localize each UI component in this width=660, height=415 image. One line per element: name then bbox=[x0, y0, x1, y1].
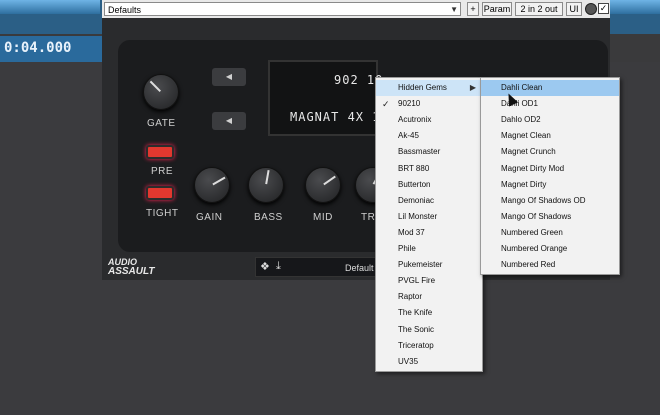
cab-model-name: MAGNAT 4X 12 bbox=[290, 110, 389, 124]
submenu-item[interactable]: Mango Of Shadows OD bbox=[481, 193, 619, 209]
submenu-item-label: Mango Of Shadows OD bbox=[501, 195, 586, 205]
submenu-item-label: Numbered Orange bbox=[501, 244, 568, 253]
menu-item-label: Demoniac bbox=[398, 195, 435, 205]
submenu-item-label: Numbered Red bbox=[501, 260, 556, 270]
amp-model-menu: Hidden Gems ▶ ✓ 90210 Acutronix Ak-45 Bassmast… bbox=[375, 77, 483, 372]
gain-knob[interactable] bbox=[194, 167, 230, 203]
tight-label: TIGHT bbox=[146, 208, 179, 219]
menu-item-label: Triceratop bbox=[398, 340, 434, 350]
menu-item-label: Ak-45 bbox=[398, 131, 419, 141]
submenu-item[interactable]: Dahli OD1 bbox=[481, 96, 619, 112]
submenu-item[interactable]: Numbered Orange bbox=[481, 241, 619, 257]
submenu-item-label: Mango Of Shadows bbox=[501, 211, 572, 221]
param-button[interactable]: Param bbox=[482, 2, 512, 16]
menu-item-label: Butterton bbox=[398, 179, 431, 189]
menu-item-label: Phile bbox=[398, 244, 416, 253]
submenu-item-label: Magnet Dirty bbox=[501, 179, 547, 189]
gain-label: GAIN bbox=[196, 212, 223, 223]
menu-item-label: BRT 880 bbox=[398, 163, 430, 173]
menu-item-label: 90210 bbox=[398, 99, 421, 109]
menu-item-label: The Knife bbox=[398, 308, 433, 318]
menu-item[interactable]: BRT 880 bbox=[376, 161, 482, 177]
pre-label: PRE bbox=[151, 166, 174, 177]
menu-item-label: Lil Monster bbox=[398, 211, 438, 221]
submenu-item[interactable]: Magnet Dirty Mod bbox=[481, 161, 619, 177]
chevron-down-icon: ▼ bbox=[450, 5, 458, 14]
submenu-item[interactable]: Numbered Red bbox=[481, 257, 619, 273]
brand-logo: AUDIO ASSAULT bbox=[108, 257, 155, 277]
menu-item[interactable]: Hidden Gems ▶ bbox=[376, 80, 482, 96]
waveform bbox=[0, 0, 100, 14]
menu-item[interactable]: Mod 37 bbox=[376, 225, 482, 241]
menu-item[interactable]: Pukemeister bbox=[376, 257, 482, 273]
submenu-item[interactable]: Numbered Green bbox=[481, 225, 619, 241]
preset-value: Defaults bbox=[108, 5, 142, 15]
download-icon[interactable]: ⤓ bbox=[276, 260, 281, 273]
menu-item-label: Mod 37 bbox=[398, 227, 425, 237]
menu-item[interactable]: Acutronix bbox=[376, 112, 482, 128]
check-icon: ✓ bbox=[382, 99, 390, 110]
submenu-item-label: Numbered Green bbox=[501, 227, 563, 237]
mid-label: MID bbox=[313, 212, 333, 223]
menu-item-label: The Sonic bbox=[398, 324, 435, 334]
gate-knob[interactable] bbox=[143, 74, 179, 110]
submenu-item[interactable]: Mango Of Shadows bbox=[481, 209, 619, 225]
power-icon[interactable] bbox=[585, 3, 597, 15]
menu-item-label: Acutronix bbox=[398, 115, 432, 125]
menu-item[interactable]: UV35 bbox=[376, 354, 482, 370]
submenu-item[interactable]: Dahlo OD2 bbox=[481, 112, 619, 128]
mid-knob[interactable] bbox=[305, 167, 341, 203]
menu-item-label: UV35 bbox=[398, 356, 419, 366]
submenu-item-label: Dahlo OD2 bbox=[501, 115, 541, 125]
menu-item[interactable]: Raptor bbox=[376, 289, 482, 305]
submenu-item[interactable]: Dahli Clean bbox=[481, 80, 619, 96]
menu-item[interactable]: Ak-45 bbox=[376, 128, 482, 144]
ui-button[interactable]: UI bbox=[566, 2, 582, 16]
submenu-item[interactable]: Magnet Crunch bbox=[481, 144, 619, 160]
submenu-item[interactable]: Magnet Dirty bbox=[481, 177, 619, 193]
bass-label: BASS bbox=[254, 212, 283, 223]
gate-label: GATE bbox=[147, 118, 176, 129]
menu-item[interactable]: Phile bbox=[376, 241, 482, 257]
menu-item[interactable]: Lil Monster bbox=[376, 209, 482, 225]
amp-display bbox=[268, 60, 378, 136]
tight-led[interactable] bbox=[146, 186, 174, 200]
menu-item[interactable]: Triceratop bbox=[376, 338, 482, 354]
menu-item[interactable]: PVGL Fire bbox=[376, 273, 482, 289]
bass-knob[interactable] bbox=[248, 167, 284, 203]
submenu-item-label: Magnet Crunch bbox=[501, 147, 556, 157]
menu-item[interactable]: Butterton bbox=[376, 177, 482, 193]
menu-item[interactable]: ✓ 90210 bbox=[376, 96, 482, 112]
menu-item[interactable]: Bassmaster bbox=[376, 144, 482, 160]
submenu-item-label: Magnet Dirty Mod bbox=[501, 163, 565, 173]
waveform-right bbox=[610, 0, 660, 14]
preset-select[interactable]: Defaults ▼ bbox=[104, 2, 461, 16]
menu-item-label: Pukemeister bbox=[398, 260, 443, 270]
menu-item[interactable]: The Knife bbox=[376, 305, 482, 321]
routing-button[interactable]: 2 in 2 out bbox=[515, 2, 563, 16]
next-preset-button[interactable]: + bbox=[467, 2, 479, 16]
prev-amp-button[interactable]: ◀ bbox=[212, 68, 246, 86]
enable-checkbox[interactable]: ✓ bbox=[598, 3, 609, 14]
preset-name-footer: Default bbox=[345, 263, 374, 273]
dropbox-icon[interactable]: ❖ bbox=[260, 260, 270, 273]
menu-item[interactable]: The Sonic bbox=[376, 322, 482, 338]
submenu-item-label: Magnet Clean bbox=[501, 131, 551, 141]
menu-item-label: Bassmaster bbox=[398, 147, 441, 157]
menu-item[interactable]: Demoniac bbox=[376, 193, 482, 209]
prev-cab-button[interactable]: ◀ bbox=[212, 112, 246, 130]
chevron-right-icon: ▶ bbox=[469, 83, 476, 92]
hidden-gems-submenu: Dahli Clean Dahli OD1 Dahlo OD2 Magnet Clea… bbox=[480, 77, 620, 275]
menu-item-label: PVGL Fire bbox=[398, 276, 436, 286]
pre-led[interactable] bbox=[146, 145, 174, 159]
menu-item-label: Hidden Gems bbox=[398, 83, 447, 92]
submenu-item[interactable]: Magnet Clean bbox=[481, 128, 619, 144]
timecode: 0:04.000 bbox=[4, 40, 72, 56]
menu-item-label: Raptor bbox=[398, 292, 423, 302]
